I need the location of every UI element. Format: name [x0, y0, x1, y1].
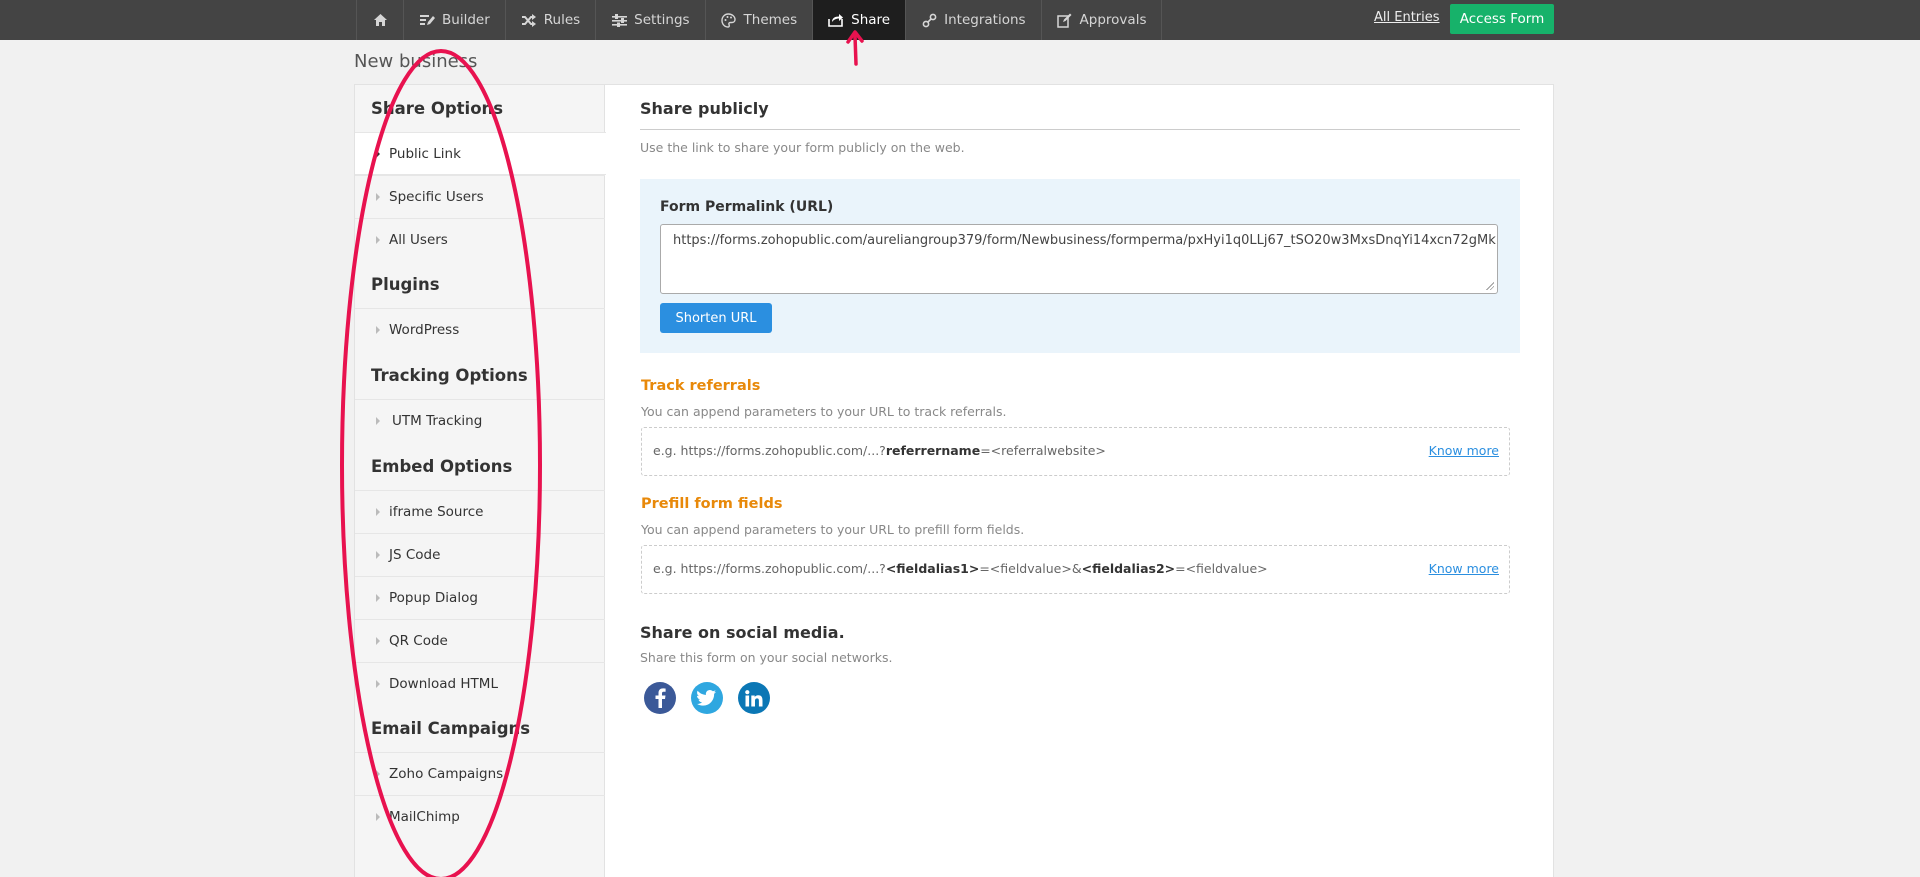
- access-form-button[interactable]: Access Form: [1450, 4, 1554, 34]
- nav-rules[interactable]: Rules: [504, 0, 595, 40]
- sidebar-item-label: Zoho Campaigns: [389, 766, 504, 782]
- sidebar-item-label: MailChimp: [389, 809, 460, 825]
- sidebar-item-wordpress[interactable]: WordPress: [355, 308, 605, 351]
- sidebar-item-popup-dialog[interactable]: Popup Dialog: [355, 576, 605, 619]
- caret-right-icon: [376, 326, 380, 334]
- link-icon: [921, 12, 937, 28]
- form-title: New business: [354, 51, 478, 72]
- sidebar-item-zoho-campaigns[interactable]: Zoho Campaigns: [355, 752, 605, 795]
- sliders-icon: [611, 12, 627, 28]
- know-more-link[interactable]: Know more: [1429, 561, 1499, 576]
- permalink-box: Form Permalink (URL) https://forms.zohop…: [640, 179, 1520, 353]
- divider: [640, 129, 1520, 130]
- sidebar-item-specific-users[interactable]: Specific Users: [355, 175, 605, 218]
- section-embed-options: Embed Options: [371, 457, 513, 476]
- sidebar-item-label: Specific Users: [389, 189, 484, 205]
- sidebar-item-qr-code[interactable]: QR Code: [355, 619, 605, 662]
- example-text: e.g. https://forms.zohopublic.com/...?re…: [653, 443, 1106, 458]
- nav-approvals[interactable]: Approvals: [1040, 0, 1163, 40]
- sidebar-item-label: All Users: [389, 232, 448, 248]
- sidebar-item-label: UTM Tracking: [392, 413, 483, 429]
- caret-right-icon: [376, 417, 380, 425]
- facebook-icon[interactable]: [644, 682, 676, 714]
- sidebar-item-label: Download HTML: [389, 676, 498, 692]
- nav-label: Share: [851, 12, 891, 28]
- permalink-label: Form Permalink (URL): [660, 199, 834, 215]
- sidebar-item-mailchimp[interactable]: MailChimp: [355, 795, 605, 838]
- social-heading: Share on social media.: [640, 623, 845, 642]
- sidebar-item-js-code[interactable]: JS Code: [355, 533, 605, 576]
- nav-label: Integrations: [944, 12, 1026, 28]
- share-publicly-desc: Use the link to share your form publicly…: [640, 140, 965, 155]
- caret-right-icon: [376, 236, 380, 244]
- caret-right-icon: [376, 150, 380, 158]
- nav-settings[interactable]: Settings: [595, 0, 704, 40]
- sidebar-item-label: QR Code: [389, 633, 448, 649]
- nav-label: Themes: [743, 12, 798, 28]
- sidebar-item-public-link[interactable]: Public Link: [355, 132, 606, 175]
- permalink-url-text: https://forms.zohopublic.com/aureliangro…: [673, 233, 1498, 248]
- sidebar-item-label: Public Link: [389, 145, 461, 162]
- top-navbar: Builder Rules Settings Themes Share Inte…: [0, 0, 1920, 40]
- sidebar-item-label: WordPress: [389, 322, 460, 338]
- caret-right-icon: [376, 680, 380, 688]
- nav-share[interactable]: Share: [812, 0, 906, 40]
- section-plugins: Plugins: [371, 275, 440, 294]
- nav-label: Builder: [442, 12, 490, 28]
- all-entries-link[interactable]: All Entries: [1374, 10, 1440, 25]
- caret-right-icon: [376, 770, 380, 778]
- share-icon: [828, 12, 844, 28]
- caret-right-icon: [376, 637, 380, 645]
- shuffle-icon: [521, 12, 537, 28]
- sidebar-item-download-html[interactable]: Download HTML: [355, 662, 605, 705]
- section-tracking-options: Tracking Options: [371, 366, 528, 385]
- sidebar-item-label: JS Code: [389, 547, 441, 563]
- nav-home[interactable]: [356, 0, 403, 40]
- social-desc: Share this form on your social networks.: [640, 650, 893, 665]
- nav-themes[interactable]: Themes: [704, 0, 813, 40]
- shorten-url-button[interactable]: Shorten URL: [660, 303, 772, 333]
- linkedin-icon[interactable]: [738, 682, 770, 714]
- permalink-url-textarea[interactable]: https://forms.zohopublic.com/aureliangro…: [660, 224, 1498, 294]
- caret-right-icon: [376, 594, 380, 602]
- nav-label: Approvals: [1079, 12, 1147, 28]
- example-text: e.g. https://forms.zohopublic.com/...?<f…: [653, 561, 1268, 576]
- share-sidebar: Share Options Public Link Specific Users…: [355, 85, 606, 877]
- palette-icon: [721, 12, 737, 28]
- know-more-link[interactable]: Know more: [1429, 443, 1499, 458]
- sidebar-item-all-users[interactable]: All Users: [355, 218, 605, 261]
- sidebar-item-label: Popup Dialog: [389, 590, 478, 606]
- share-publicly-heading: Share publicly: [640, 99, 769, 118]
- main-nav: Builder Rules Settings Themes Share Inte…: [356, 0, 1163, 40]
- track-referrals-heading: Track referrals: [641, 378, 761, 394]
- section-share-options: Share Options: [371, 99, 504, 118]
- nav-integrations[interactable]: Integrations: [905, 0, 1040, 40]
- sidebar-item-label: iframe Source: [389, 504, 484, 520]
- prefill-desc: You can append parameters to your URL to…: [641, 522, 1025, 537]
- twitter-icon[interactable]: [691, 682, 723, 714]
- builder-icon: [419, 12, 435, 28]
- caret-right-icon: [376, 813, 380, 821]
- caret-right-icon: [376, 551, 380, 559]
- track-referrals-desc: You can append parameters to your URL to…: [641, 404, 1007, 419]
- resize-handle-icon[interactable]: [1486, 282, 1494, 290]
- section-email-campaigns: Email Campaigns: [371, 719, 531, 738]
- home-icon: [372, 12, 388, 28]
- sidebar-item-iframe-source[interactable]: iframe Source: [355, 490, 605, 533]
- edit-icon: [1057, 12, 1073, 28]
- caret-right-icon: [376, 508, 380, 516]
- nav-builder[interactable]: Builder: [403, 0, 505, 40]
- caret-right-icon: [376, 193, 380, 201]
- nav-label: Rules: [543, 12, 581, 28]
- track-referrals-example: e.g. https://forms.zohopublic.com/...?re…: [641, 427, 1510, 476]
- prefill-heading: Prefill form fields: [641, 496, 783, 512]
- prefill-example: e.g. https://forms.zohopublic.com/...?<f…: [641, 545, 1510, 594]
- sidebar-item-utm-tracking[interactable]: UTM Tracking: [355, 399, 605, 442]
- share-panel: Share Options Public Link Specific Users…: [354, 84, 1554, 877]
- nav-label: Settings: [634, 12, 690, 28]
